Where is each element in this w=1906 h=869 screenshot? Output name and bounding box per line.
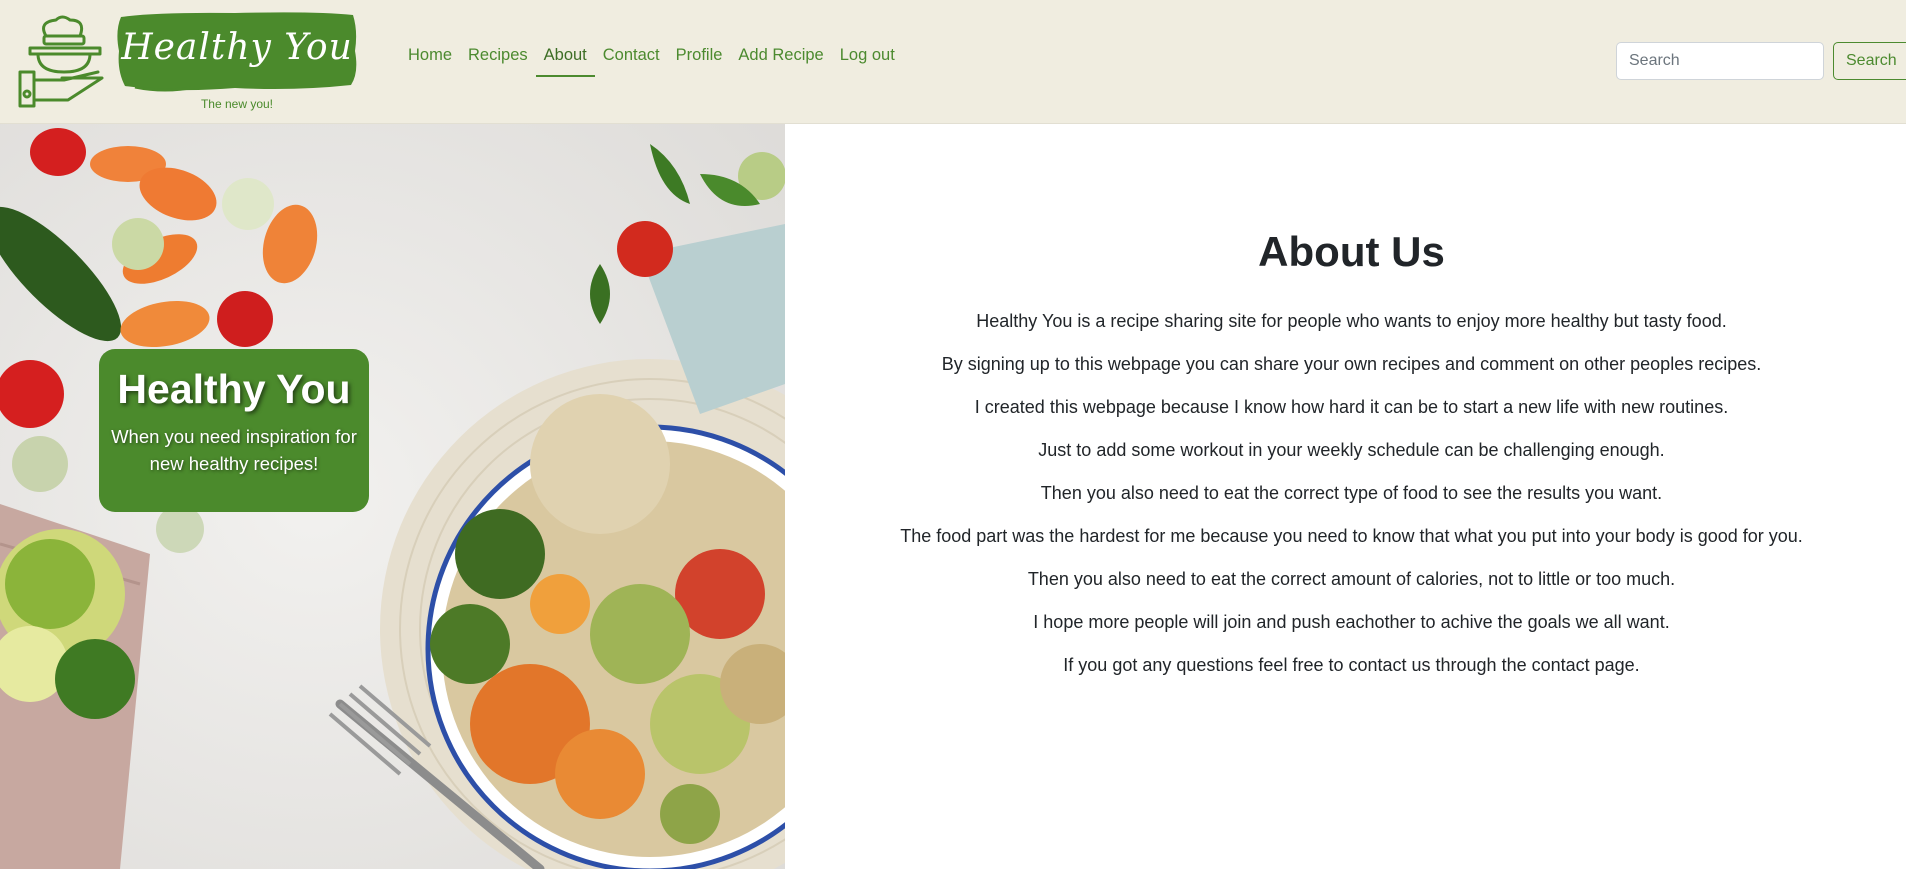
about-paragraph: By signing up to this webpage you can sh… [941,354,1762,374]
hero-card-text: When you need inspiration for new health… [111,426,357,474]
about-paragraph: Just to add some workout in your weekly … [1038,440,1665,460]
main-nav: Home Recipes About Contact Profile Add R… [400,40,903,77]
about-paragraph: Healthy You is a recipe sharing site for… [976,311,1727,331]
nav-recipes[interactable]: Recipes [460,40,536,77]
nav-home[interactable]: Home [400,40,460,77]
about-paragraph: Then you also need to eat the correct ty… [1040,483,1663,503]
about-paragraph: I hope more people will join and push ea… [1033,612,1670,632]
chef-food-tray-icon[interactable] [16,14,108,110]
about-section: About Us Healthy You is a recipe sharing… [785,124,1906,869]
nav-log-out[interactable]: Log out [832,40,903,77]
about-text: Healthy You is a recipe sharing site for… [785,310,1906,697]
search-button[interactable]: Search [1833,42,1906,80]
search-input[interactable] [1616,42,1824,80]
nav-about[interactable]: About [535,40,595,77]
nav-profile[interactable]: Profile [668,40,731,77]
hero-card: Healthy You When you need inspiration fo… [99,349,369,512]
nav-add-recipe[interactable]: Add Recipe [730,40,831,77]
nav-contact[interactable]: Contact [595,40,668,77]
brand-tagline: The new you! [200,97,274,111]
about-paragraph: I created this webpage because I know ho… [974,397,1729,417]
about-paragraph: If you got any questions feel free to co… [1063,655,1640,675]
hero-card-title: Healthy You [117,366,351,412]
brand-title[interactable]: Healthy You [115,20,359,74]
top-navbar: Healthy You The new you! Home Recipes Ab… [0,0,1906,124]
page-title: About Us [1258,228,1445,275]
hero-food-image: Healthy You When you need inspiration fo… [0,124,785,869]
about-paragraph: The food part was the hardest for me bec… [900,526,1803,546]
about-paragraph: Then you also need to eat the correct am… [1027,569,1676,589]
